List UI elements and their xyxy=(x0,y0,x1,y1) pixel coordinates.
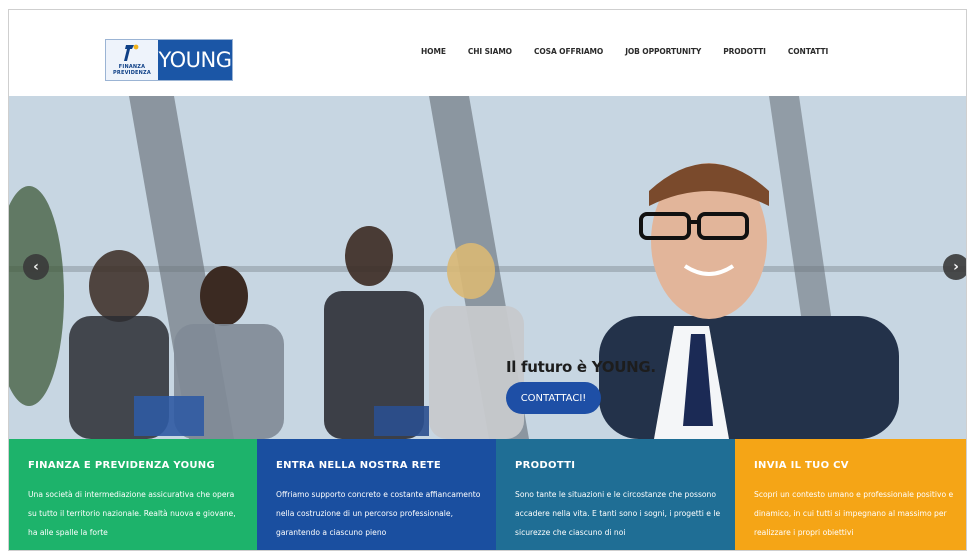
slider-next-button[interactable]: › xyxy=(943,254,966,280)
nav-home[interactable]: HOME xyxy=(421,47,446,56)
nav-contatti[interactable]: CONTATTI xyxy=(788,47,828,56)
hero-title: Il futuro è YOUNG. xyxy=(506,358,656,376)
site-header: FINANZA PREVIDENZA YOUNG HOME CHI SIAMO … xyxy=(9,10,966,96)
panel-text: Una società di intermediazione assicurat… xyxy=(28,490,236,537)
panel-text: Sono tante le situazioni e le circostanz… xyxy=(515,490,721,537)
nav-job-opportunity[interactable]: JOB OPPORTUNITY xyxy=(625,47,701,56)
panel-rete[interactable]: ENTRA NELLA NOSTRA RETE Offriamo support… xyxy=(257,439,496,550)
slider-prev-button[interactable]: ‹ xyxy=(23,254,49,280)
logo-mark-icon xyxy=(124,44,139,61)
hero-slider: ‹ › Il futuro è YOUNG. CONTATTACI! xyxy=(9,96,966,439)
panel-title: ENTRA NELLA NOSTRA RETE xyxy=(276,460,442,471)
panel-text: Offriamo supporto concreto e costante af… xyxy=(276,490,481,537)
hero-image xyxy=(9,96,966,439)
logo-line-2: PREVIDENZA xyxy=(113,70,151,76)
page-frame: FINANZA PREVIDENZA YOUNG HOME CHI SIAMO … xyxy=(8,9,967,551)
panel-title: INVIA IL TUO CV xyxy=(754,460,849,471)
panel-finanza[interactable]: FINANZA E PREVIDENZA YOUNG Una società d… xyxy=(9,439,257,550)
logo-wordmark: YOUNG xyxy=(158,40,232,80)
nav-chi-siamo[interactable]: CHI SIAMO xyxy=(468,47,512,56)
feature-panels: FINANZA E PREVIDENZA YOUNG Una società d… xyxy=(9,439,966,550)
contact-cta-button[interactable]: CONTATTACI! xyxy=(506,382,601,414)
site-logo[interactable]: FINANZA PREVIDENZA YOUNG xyxy=(105,39,233,81)
panel-title: FINANZA E PREVIDENZA YOUNG xyxy=(28,460,215,471)
panel-title: PRODOTTI xyxy=(515,460,576,471)
panel-cv[interactable]: INVIA IL TUO CV Scopri un contesto umano… xyxy=(735,439,966,550)
nav-prodotti[interactable]: PRODOTTI xyxy=(723,47,766,56)
main-nav: HOME CHI SIAMO COSA OFFRIAMO JOB OPPORTU… xyxy=(421,47,828,56)
panel-text: Scopri un contesto umano e professionale… xyxy=(754,490,954,537)
panel-prodotti[interactable]: PRODOTTI Sono tante le situazioni e le c… xyxy=(496,439,735,550)
nav-cosa-offriamo[interactable]: COSA OFFRIAMO xyxy=(534,47,603,56)
logo-emblem: FINANZA PREVIDENZA xyxy=(106,40,158,80)
